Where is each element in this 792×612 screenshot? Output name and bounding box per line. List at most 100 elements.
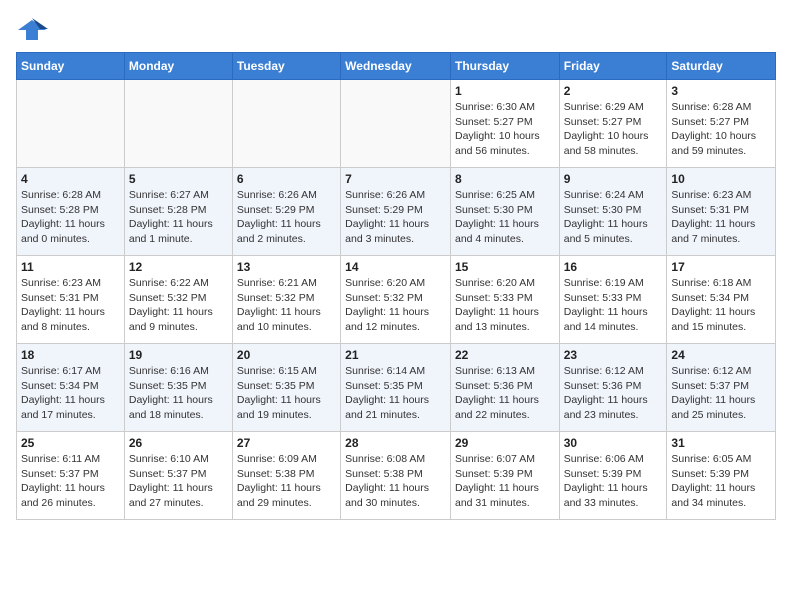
column-header-wednesday: Wednesday [341,53,451,80]
calendar-cell: 22 Sunrise: 6:13 AM Sunset: 5:36 PM Dayli… [450,344,559,432]
day-info: Sunrise: 6:27 AM Sunset: 5:28 PM Dayligh… [129,188,228,247]
calendar-cell: 7Sunrise: 6:26 AM Sunset: 5:29 PM Daylig… [341,168,451,256]
calendar-cell: 3 Sunrise: 6:28 AM Sunset: 5:27 PM Daylig… [667,80,776,168]
day-info: Sunrise: 6:22 AM Sunset: 5:32 PM Dayligh… [129,276,228,335]
day-info: Sunrise: 6:05 AM Sunset: 5:39 PM Dayligh… [671,452,771,511]
calendar-week-row: 18Sunrise: 6:17 AM Sunset: 5:34 PM Dayli… [17,344,776,432]
calendar-cell: 20 Sunrise: 6:15 AM Sunset: 5:35 PM Dayli… [232,344,340,432]
day-info: Sunrise: 6:24 AM Sunset: 5:30 PM Dayligh… [564,188,663,247]
calendar-week-row: 25 Sunrise: 6:11 AM Sunset: 5:37 PM Dayli… [17,432,776,520]
calendar-cell: 6 Sunrise: 6:26 AM Sunset: 5:29 PM Daylig… [232,168,340,256]
day-info: Sunrise: 6:06 AM Sunset: 5:39 PM Dayligh… [564,452,663,511]
day-info: Sunrise: 6:11 AM Sunset: 5:37 PM Dayligh… [21,452,120,511]
day-number: 29 [455,436,555,450]
day-number: 15 [455,260,555,274]
calendar-cell: 29 Sunrise: 6:07 AM Sunset: 5:39 PM Dayli… [450,432,559,520]
calendar-cell: 16 Sunrise: 6:19 AM Sunset: 5:33 PM Dayli… [559,256,667,344]
day-info: Sunrise: 6:26 AM Sunset: 5:29 PM Dayligh… [237,188,336,247]
logo [16,16,52,44]
day-info: Sunrise: 6:21 AM Sunset: 5:32 PM Dayligh… [237,276,336,335]
day-number: 22 [455,348,555,362]
day-number: 12 [129,260,228,274]
day-number: 5 [129,172,228,186]
day-info: Sunrise: 6:28 AM Sunset: 5:28 PM Dayligh… [21,188,120,247]
column-header-monday: Monday [124,53,232,80]
day-number: 26 [129,436,228,450]
calendar-cell: 1 Sunrise: 6:30 AM Sunset: 5:27 PM Daylig… [450,80,559,168]
logo-icon [16,16,48,44]
day-number: 23 [564,348,663,362]
calendar-week-row: 1 Sunrise: 6:30 AM Sunset: 5:27 PM Daylig… [17,80,776,168]
day-number: 11 [21,260,120,274]
day-number: 3 [671,84,771,98]
column-header-friday: Friday [559,53,667,80]
day-number: 9 [564,172,663,186]
day-number: 16 [564,260,663,274]
day-number: 14 [345,260,446,274]
day-info: Sunrise: 6:10 AM Sunset: 5:37 PM Dayligh… [129,452,228,511]
day-number: 6 [237,172,336,186]
calendar-cell: 28 Sunrise: 6:08 AM Sunset: 5:38 PM Dayli… [341,432,451,520]
day-number: 17 [671,260,771,274]
calendar-cell: 19 Sunrise: 6:16 AM Sunset: 5:35 PM Dayli… [124,344,232,432]
column-header-sunday: Sunday [17,53,125,80]
calendar-cell: 23 Sunrise: 6:12 AM Sunset: 5:36 PM Dayli… [559,344,667,432]
column-header-saturday: Saturday [667,53,776,80]
day-number: 28 [345,436,446,450]
calendar-cell [17,80,125,168]
day-info: Sunrise: 6:20 AM Sunset: 5:33 PM Dayligh… [455,276,555,335]
calendar-cell [341,80,451,168]
calendar-cell: 4 Sunrise: 6:28 AM Sunset: 5:28 PM Daylig… [17,168,125,256]
day-info: Sunrise: 6:16 AM Sunset: 5:35 PM Dayligh… [129,364,228,423]
calendar-cell: 17Sunrise: 6:18 AM Sunset: 5:34 PM Dayli… [667,256,776,344]
day-number: 24 [671,348,771,362]
calendar-cell: 30 Sunrise: 6:06 AM Sunset: 5:39 PM Dayli… [559,432,667,520]
calendar-cell: 5 Sunrise: 6:27 AM Sunset: 5:28 PM Daylig… [124,168,232,256]
day-number: 21 [345,348,446,362]
day-info: Sunrise: 6:23 AM Sunset: 5:31 PM Dayligh… [671,188,771,247]
day-number: 8 [455,172,555,186]
calendar-week-row: 4 Sunrise: 6:28 AM Sunset: 5:28 PM Daylig… [17,168,776,256]
day-number: 4 [21,172,120,186]
calendar-header-row: SundayMondayTuesdayWednesdayThursdayFrid… [17,53,776,80]
calendar-cell [232,80,340,168]
day-number: 2 [564,84,663,98]
calendar-cell: 13 Sunrise: 6:21 AM Sunset: 5:32 PM Dayli… [232,256,340,344]
day-info: Sunrise: 6:25 AM Sunset: 5:30 PM Dayligh… [455,188,555,247]
calendar-cell: 31 Sunrise: 6:05 AM Sunset: 5:39 PM Dayli… [667,432,776,520]
calendar-cell: 26 Sunrise: 6:10 AM Sunset: 5:37 PM Dayli… [124,432,232,520]
calendar-cell: 8 Sunrise: 6:25 AM Sunset: 5:30 PM Daylig… [450,168,559,256]
day-number: 13 [237,260,336,274]
day-info: Sunrise: 6:13 AM Sunset: 5:36 PM Dayligh… [455,364,555,423]
day-number: 30 [564,436,663,450]
calendar-cell: 15 Sunrise: 6:20 AM Sunset: 5:33 PM Dayli… [450,256,559,344]
day-number: 31 [671,436,771,450]
calendar-cell: 10Sunrise: 6:23 AM Sunset: 5:31 PM Dayli… [667,168,776,256]
calendar-cell: 21Sunrise: 6:14 AM Sunset: 5:35 PM Dayli… [341,344,451,432]
day-info: Sunrise: 6:09 AM Sunset: 5:38 PM Dayligh… [237,452,336,511]
calendar: SundayMondayTuesdayWednesdayThursdayFrid… [16,52,776,520]
day-number: 25 [21,436,120,450]
calendar-cell: 24Sunrise: 6:12 AM Sunset: 5:37 PM Dayli… [667,344,776,432]
day-number: 18 [21,348,120,362]
day-info: Sunrise: 6:12 AM Sunset: 5:36 PM Dayligh… [564,364,663,423]
day-info: Sunrise: 6:20 AM Sunset: 5:32 PM Dayligh… [345,276,446,335]
calendar-cell: 18Sunrise: 6:17 AM Sunset: 5:34 PM Dayli… [17,344,125,432]
day-info: Sunrise: 6:28 AM Sunset: 5:27 PM Dayligh… [671,100,771,159]
day-number: 19 [129,348,228,362]
column-header-thursday: Thursday [450,53,559,80]
day-info: Sunrise: 6:30 AM Sunset: 5:27 PM Dayligh… [455,100,555,159]
calendar-week-row: 11 Sunrise: 6:23 AM Sunset: 5:31 PM Dayli… [17,256,776,344]
day-info: Sunrise: 6:23 AM Sunset: 5:31 PM Dayligh… [21,276,120,335]
calendar-cell: 9 Sunrise: 6:24 AM Sunset: 5:30 PM Daylig… [559,168,667,256]
day-info: Sunrise: 6:19 AM Sunset: 5:33 PM Dayligh… [564,276,663,335]
day-info: Sunrise: 6:07 AM Sunset: 5:39 PM Dayligh… [455,452,555,511]
header [16,16,776,44]
calendar-cell [124,80,232,168]
day-info: Sunrise: 6:15 AM Sunset: 5:35 PM Dayligh… [237,364,336,423]
calendar-cell: 2Sunrise: 6:29 AM Sunset: 5:27 PM Daylig… [559,80,667,168]
day-info: Sunrise: 6:08 AM Sunset: 5:38 PM Dayligh… [345,452,446,511]
day-number: 1 [455,84,555,98]
day-number: 20 [237,348,336,362]
column-header-tuesday: Tuesday [232,53,340,80]
